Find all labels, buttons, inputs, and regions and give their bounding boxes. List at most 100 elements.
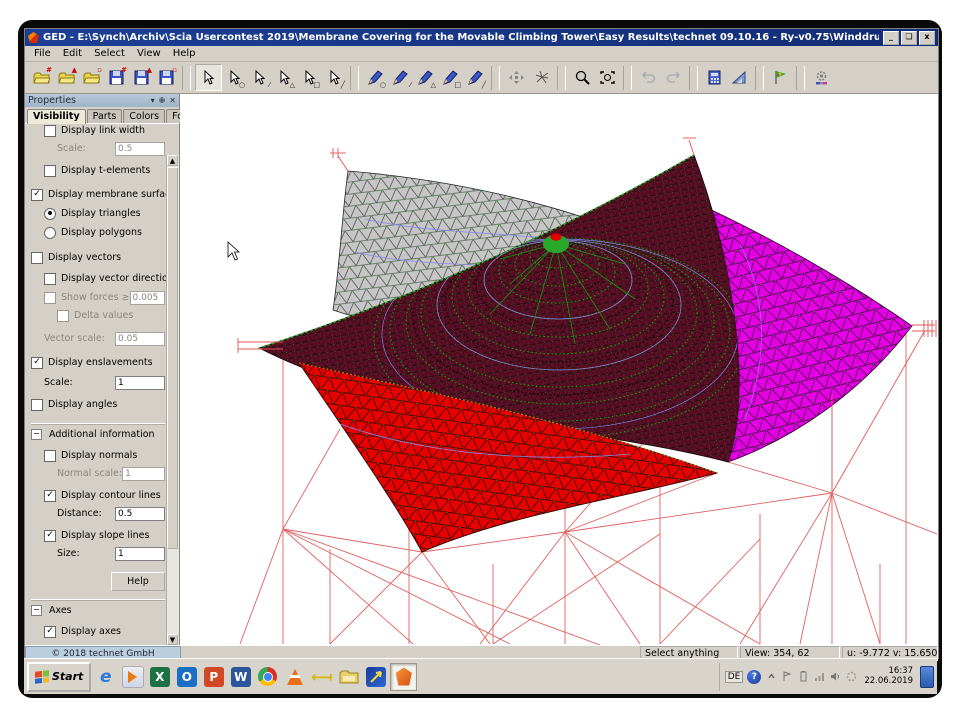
scroll-up-icon[interactable]: ▲ bbox=[167, 155, 178, 166]
input-normal-scale[interactable]: 1 bbox=[122, 467, 165, 481]
tray-network-icon[interactable] bbox=[813, 671, 825, 683]
taskbar-icon-powerpoint[interactable]: P bbox=[201, 664, 226, 690]
draw-square-icon[interactable]: □ bbox=[438, 65, 463, 90]
panel-close-icon[interactable]: ✕ bbox=[169, 96, 176, 105]
select-square-icon[interactable]: □ bbox=[297, 65, 322, 90]
input-size[interactable]: 1 bbox=[115, 547, 165, 561]
tab-visibility[interactable]: Visibility bbox=[27, 109, 86, 124]
radio-display-triangles[interactable] bbox=[44, 208, 56, 220]
app-icon bbox=[28, 32, 39, 43]
taskbar-icon-ged[interactable] bbox=[390, 663, 417, 691]
collapse-icon[interactable]: − bbox=[31, 605, 42, 616]
taskbar-icon-file-manager[interactable] bbox=[336, 664, 361, 690]
select-line-icon[interactable]: ⁄ bbox=[247, 65, 272, 90]
save-file-triangle-icon[interactable]: ▲ bbox=[129, 65, 154, 90]
save-file-hash-icon[interactable]: # bbox=[104, 65, 129, 90]
help-button[interactable]: Help bbox=[111, 572, 165, 591]
taskbar-icon-media-player[interactable] bbox=[120, 664, 145, 690]
row-delta-values: Delta values bbox=[31, 308, 165, 323]
checkbox-display-t-elements[interactable] bbox=[44, 165, 56, 177]
taskbar-icon-outlook[interactable]: O bbox=[174, 664, 199, 690]
taskbar-icon-word[interactable]: W bbox=[228, 664, 253, 690]
save-file-square-icon[interactable]: ▫ bbox=[154, 65, 179, 90]
checkbox-display-contour-lines[interactable]: ✓ bbox=[44, 490, 56, 502]
taskbar-icon-viewer[interactable] bbox=[363, 664, 388, 690]
taskbar-icon-chrome[interactable] bbox=[255, 664, 280, 690]
select-icon[interactable] bbox=[195, 64, 222, 91]
taskbar-icon-excel[interactable]: X bbox=[147, 664, 172, 690]
input-vector-scale[interactable]: 0.05 bbox=[115, 332, 165, 346]
input-distance[interactable]: 0.5 bbox=[115, 507, 165, 521]
taskbar-icon-internet-explorer[interactable]: e bbox=[93, 664, 118, 690]
tray-safely-remove-icon[interactable] bbox=[845, 671, 857, 683]
taskbar-icon-cad-arrows[interactable]: ⟻ bbox=[309, 664, 334, 690]
open-file-hash-icon[interactable]: # bbox=[29, 65, 54, 90]
panel-menu-icon[interactable]: ▾ bbox=[151, 96, 155, 105]
checkbox-display-normals[interactable] bbox=[44, 450, 56, 462]
scroll-thumb[interactable] bbox=[167, 167, 178, 549]
calculator-icon[interactable] bbox=[702, 65, 727, 90]
redo-icon[interactable] bbox=[661, 65, 686, 90]
checkbox-display-axes[interactable]: ✓ bbox=[44, 626, 56, 638]
open-file-triangle-icon[interactable]: ▲ bbox=[54, 65, 79, 90]
properties-panel: Properties ▾ ✙ ✕ VisibilityPartsColorsFo… bbox=[25, 94, 180, 645]
checkbox-display-membrane-surface[interactable]: ✓ bbox=[31, 189, 43, 201]
menu-select[interactable]: Select bbox=[89, 47, 130, 60]
input-show-forces[interactable]: 0.005 bbox=[130, 291, 165, 305]
checkbox-delta-values[interactable] bbox=[57, 310, 69, 322]
menu-view[interactable]: View bbox=[132, 47, 166, 60]
draw-triangle-icon[interactable]: △ bbox=[413, 65, 438, 90]
tab-parts[interactable]: Parts bbox=[87, 109, 123, 123]
move-icon[interactable] bbox=[504, 65, 529, 90]
hidden-icons-chevron-icon[interactable] bbox=[765, 671, 777, 683]
checkbox-display-enslavements[interactable]: ✓ bbox=[31, 357, 43, 369]
input-scale[interactable]: 1 bbox=[115, 376, 165, 390]
minimize-button[interactable]: _ bbox=[883, 31, 899, 45]
menu-file[interactable]: File bbox=[29, 47, 56, 60]
show-desktop-button[interactable] bbox=[920, 666, 934, 688]
select-edge-icon[interactable]: ╱ bbox=[322, 65, 347, 90]
draw-line-icon[interactable]: ⁄ bbox=[388, 65, 413, 90]
open-file-square-icon[interactable]: ▫ bbox=[79, 65, 104, 90]
restore-button[interactable]: ❏ bbox=[901, 31, 917, 45]
select-triangle-icon[interactable]: △ bbox=[272, 65, 297, 90]
color-settings-icon[interactable] bbox=[809, 65, 834, 90]
flag-icon[interactable] bbox=[768, 65, 793, 90]
row-display-membrane-surface: ✓Display membrane surface: bbox=[31, 187, 165, 202]
panel-scrollbar[interactable]: ▲ ▼ bbox=[166, 155, 179, 645]
collapse-icon[interactable]: − bbox=[31, 429, 42, 440]
taskbar-icon-vlc[interactable] bbox=[282, 664, 307, 690]
checkbox-display-angles[interactable] bbox=[31, 399, 43, 411]
zoom-icon[interactable] bbox=[570, 65, 595, 90]
clock[interactable]: 16:37 22.06.2019 bbox=[861, 667, 916, 687]
panel-pin-icon[interactable]: ✙ bbox=[159, 96, 166, 105]
checkbox-show-forces[interactable] bbox=[44, 292, 56, 304]
scroll-down-icon[interactable]: ▼ bbox=[167, 634, 178, 645]
checkbox-display-vectors[interactable] bbox=[31, 252, 43, 264]
explode-icon[interactable] bbox=[529, 65, 554, 90]
start-button[interactable]: Start bbox=[27, 662, 91, 692]
tray-volume-icon[interactable] bbox=[829, 671, 841, 683]
draw-point-icon[interactable]: ○ bbox=[363, 65, 388, 90]
input-scale[interactable]: 0.5 bbox=[115, 142, 165, 156]
model-viewport[interactable] bbox=[180, 94, 938, 645]
menu-edit[interactable]: Edit bbox=[58, 47, 87, 60]
language-indicator[interactable]: DE bbox=[725, 671, 744, 683]
undo-icon[interactable] bbox=[636, 65, 661, 90]
row-display-t-elements: Display t-elements bbox=[31, 163, 165, 178]
checkbox-display-slope-lines[interactable]: ✓ bbox=[44, 530, 56, 542]
tray-help-icon[interactable]: ? bbox=[747, 670, 761, 684]
checkbox-display-link-width[interactable] bbox=[44, 125, 56, 137]
measure-icon[interactable] bbox=[727, 65, 752, 90]
draw-edge-icon[interactable]: ╱ bbox=[463, 65, 488, 90]
close-button[interactable]: x bbox=[919, 31, 935, 45]
tray-battery-icon[interactable] bbox=[797, 671, 809, 683]
radio-display-polygons[interactable] bbox=[44, 227, 56, 239]
zoom-extents-icon[interactable] bbox=[595, 65, 620, 90]
select-point-icon[interactable]: ○ bbox=[222, 65, 247, 90]
tray-flag-icon[interactable] bbox=[781, 671, 793, 683]
title-bar[interactable]: GED - E:\Synch\Archiv\Scia Usercontest 2… bbox=[25, 29, 938, 46]
menu-help[interactable]: Help bbox=[168, 47, 201, 60]
checkbox-display-vector-direction[interactable] bbox=[44, 273, 56, 285]
tab-colors[interactable]: Colors bbox=[123, 109, 165, 123]
